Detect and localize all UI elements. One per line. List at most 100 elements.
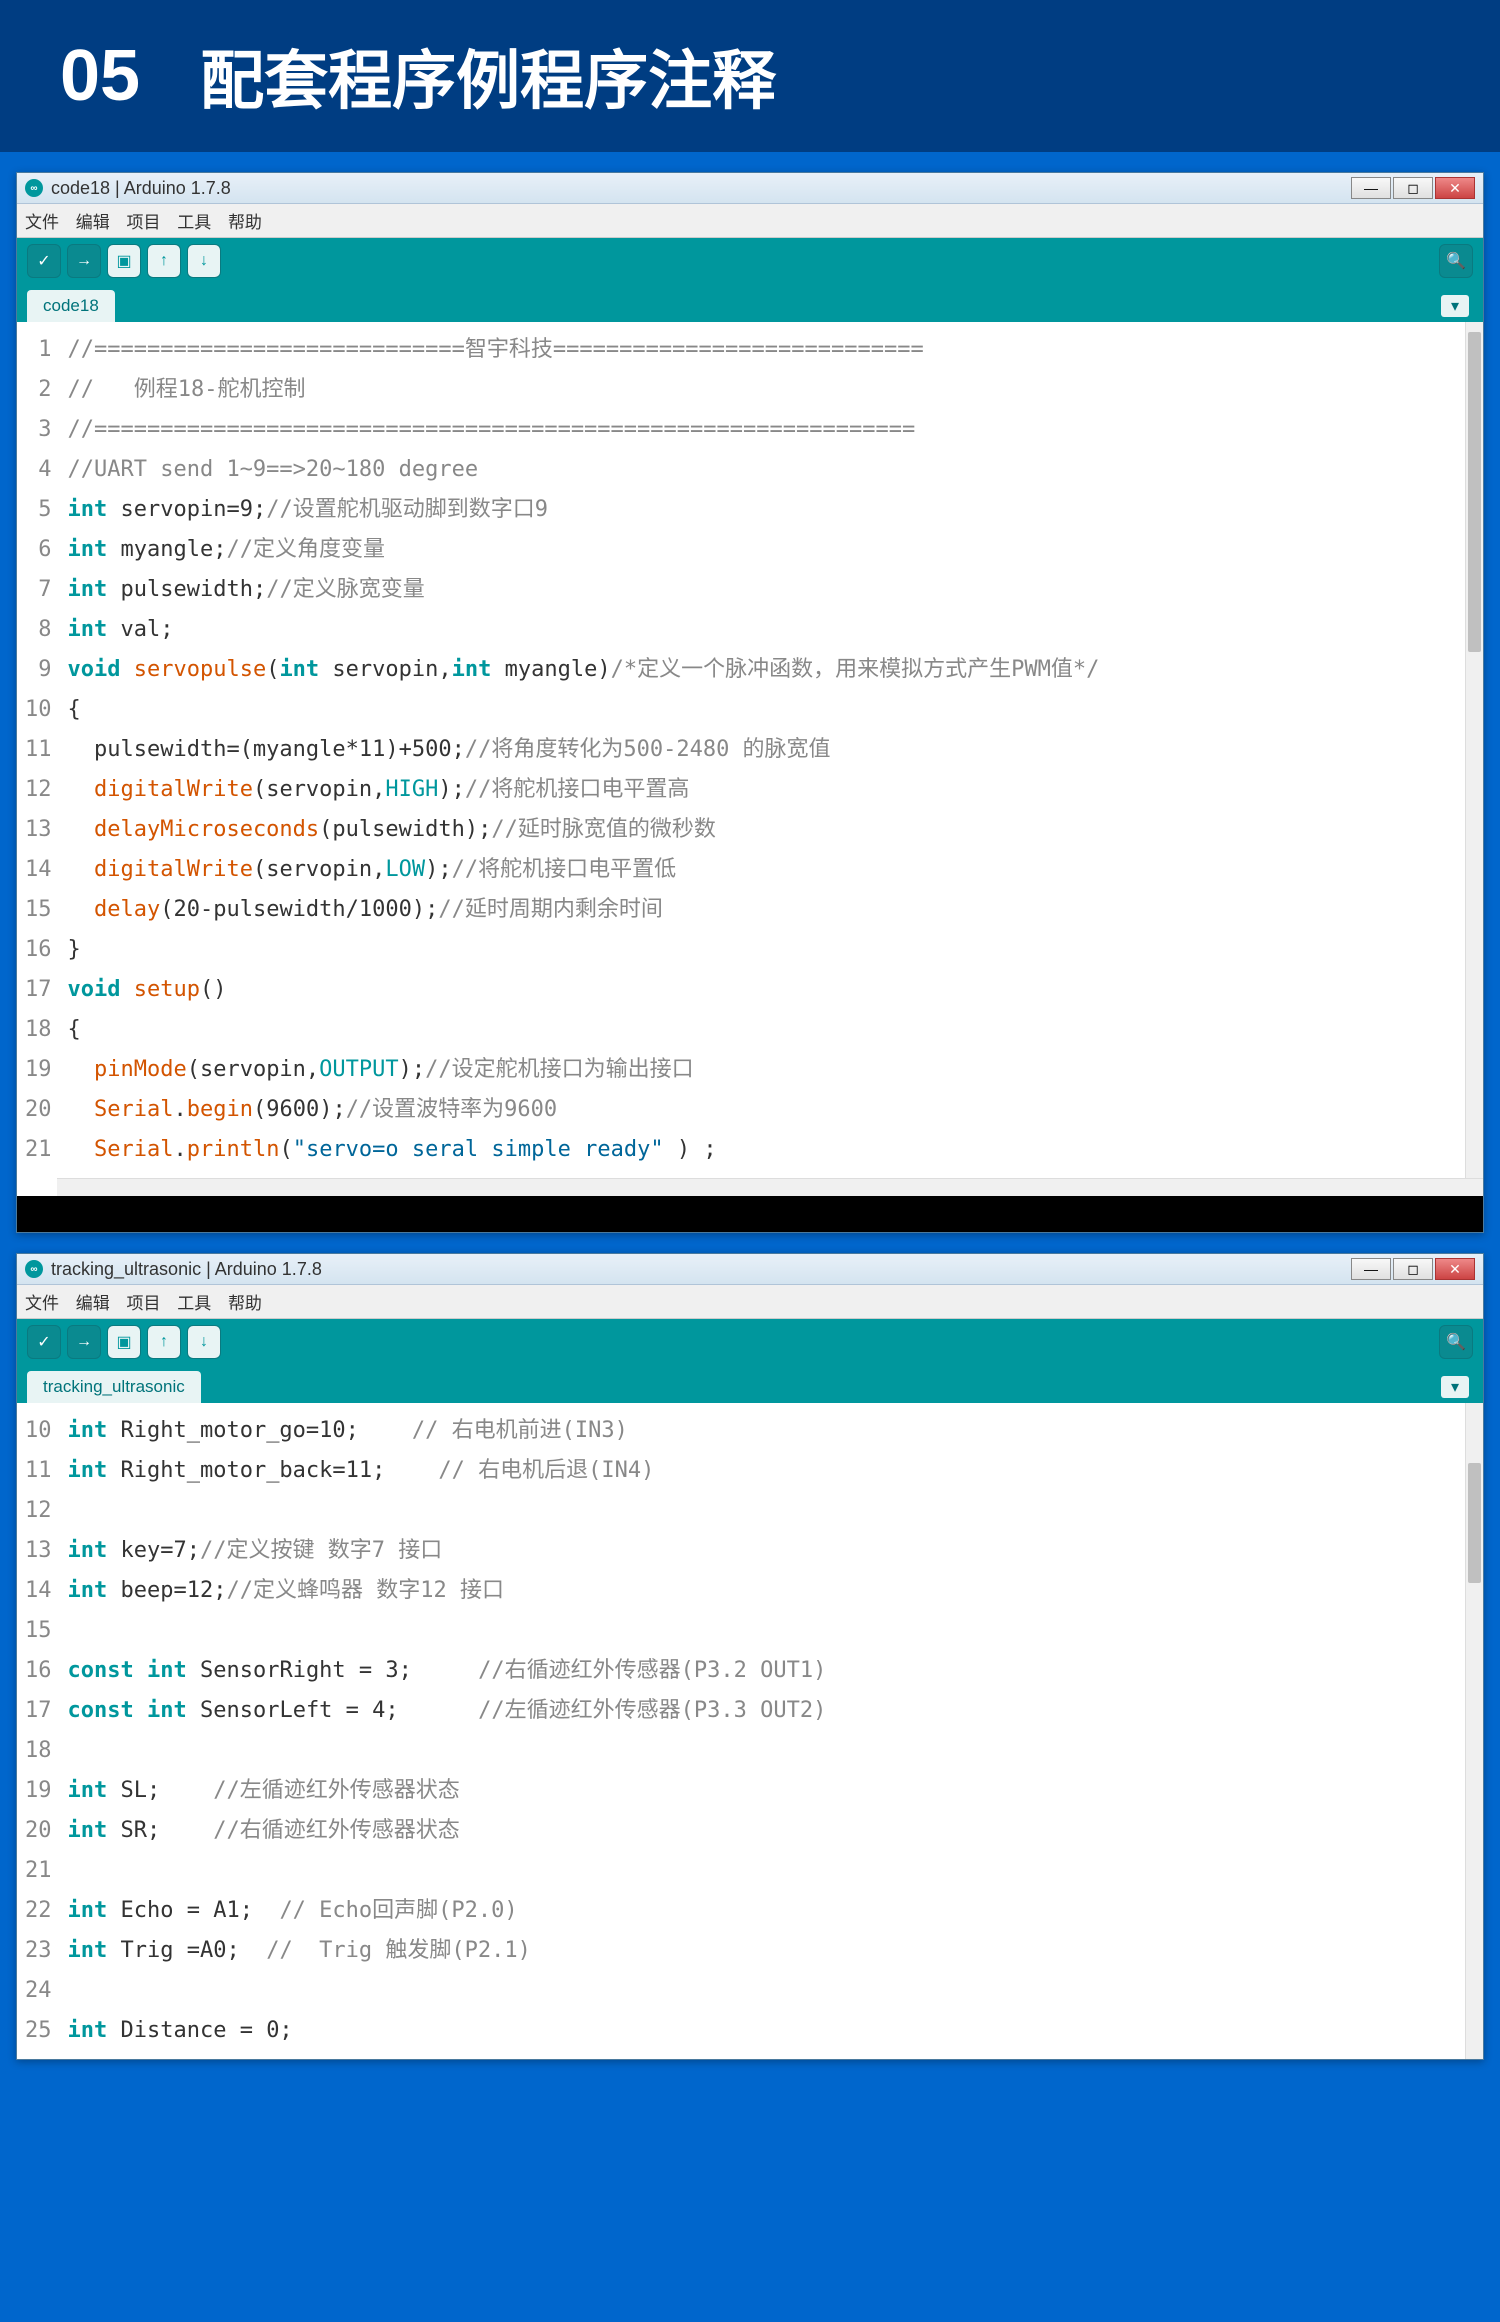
maximize-button[interactable]: ◻ — [1393, 177, 1433, 199]
upload-button[interactable]: → — [67, 244, 101, 278]
code-line[interactable]: { — [68, 1010, 1462, 1050]
menu-edit[interactable]: 编辑 — [76, 213, 110, 232]
line-number: 3 — [25, 410, 52, 450]
line-number: 4 — [25, 450, 52, 490]
save-button[interactable]: ↓ — [187, 244, 221, 278]
titlebar[interactable]: ∞ tracking_ultrasonic | Arduino 1.7.8 — … — [17, 1254, 1483, 1285]
code-line[interactable] — [68, 1971, 1462, 2011]
code-line[interactable] — [68, 1851, 1462, 1891]
open-button[interactable]: ↑ — [147, 1325, 181, 1359]
code-editor[interactable]: 123456789101112131415161718192021 //====… — [17, 322, 1483, 1178]
code-line[interactable] — [68, 1731, 1462, 1771]
serial-monitor-button[interactable]: 🔍 — [1439, 1325, 1473, 1359]
code-line[interactable] — [68, 1611, 1462, 1651]
verify-button[interactable]: ✓ — [27, 244, 61, 278]
minimize-button[interactable]: — — [1351, 177, 1391, 199]
menu-edit[interactable]: 编辑 — [76, 1294, 110, 1313]
titlebar[interactable]: ∞ code18 | Arduino 1.7.8 — ◻ ✕ — [17, 173, 1483, 204]
arduino-window-2: ∞ tracking_ultrasonic | Arduino 1.7.8 — … — [16, 1253, 1484, 2060]
minimize-button[interactable]: — — [1351, 1258, 1391, 1280]
line-number: 19 — [25, 1771, 52, 1811]
line-number: 14 — [25, 850, 52, 890]
file-tab[interactable]: code18 — [27, 290, 115, 322]
close-button[interactable]: ✕ — [1435, 1258, 1475, 1280]
new-button[interactable]: ▣ — [107, 244, 141, 278]
code-line[interactable]: int servopin=9;//设置舵机驱动脚到数字口9 — [68, 490, 1462, 530]
tab-dropdown-icon[interactable]: ▾ — [1441, 295, 1469, 317]
vertical-scrollbar[interactable] — [1465, 322, 1483, 1178]
menubar: 文件 编辑 项目 工具 帮助 — [17, 1285, 1483, 1319]
code-line[interactable]: digitalWrite(servopin,LOW);//将舵机接口电平置低 — [68, 850, 1462, 890]
code-line[interactable]: int Right_motor_go=10; // 右电机前进(IN3) — [68, 1411, 1462, 1451]
code-line[interactable]: delayMicroseconds(pulsewidth);//延时脉宽值的微秒… — [68, 810, 1462, 850]
code-line[interactable]: { — [68, 690, 1462, 730]
line-number: 8 — [25, 610, 52, 650]
menu-file[interactable]: 文件 — [25, 1294, 59, 1313]
menu-help[interactable]: 帮助 — [228, 213, 262, 232]
code-line[interactable]: //============================智宇科技======… — [68, 330, 1462, 370]
tab-dropdown-icon[interactable]: ▾ — [1441, 1376, 1469, 1398]
line-number: 20 — [25, 1090, 52, 1130]
menu-tools[interactable]: 工具 — [177, 213, 211, 232]
toolbar: ✓ → ▣ ↑ ↓ 🔍 — [17, 238, 1483, 284]
line-number: 16 — [25, 930, 52, 970]
line-number: 21 — [25, 1130, 52, 1170]
scroll-thumb[interactable] — [1468, 1463, 1481, 1583]
banner-number: 05 — [60, 35, 140, 117]
code-line[interactable]: const int SensorRight = 3; //右循迹红外传感器(P3… — [68, 1651, 1462, 1691]
code-line[interactable]: int beep=12;//定义蜂鸣器 数字12 接口 — [68, 1571, 1462, 1611]
vertical-scrollbar[interactable] — [1465, 1403, 1483, 2059]
line-number: 11 — [25, 1451, 52, 1491]
new-button[interactable]: ▣ — [107, 1325, 141, 1359]
code-line[interactable]: pinMode(servopin,OUTPUT);//设定舵机接口为输出接口 — [68, 1050, 1462, 1090]
arduino-window-1: ∞ code18 | Arduino 1.7.8 — ◻ ✕ 文件 编辑 项目 … — [16, 172, 1484, 1233]
menu-help[interactable]: 帮助 — [228, 1294, 262, 1313]
code-line[interactable]: Serial.println("servo=o seral simple rea… — [68, 1130, 1462, 1170]
menu-tools[interactable]: 工具 — [177, 1294, 211, 1313]
code-line[interactable]: Serial.begin(9600);//设置波特率为9600 — [68, 1090, 1462, 1130]
code-line[interactable]: void servopulse(int servopin,int myangle… — [68, 650, 1462, 690]
tabbar: code18 ▾ — [17, 284, 1483, 322]
line-number: 6 — [25, 530, 52, 570]
line-number: 19 — [25, 1050, 52, 1090]
save-button[interactable]: ↓ — [187, 1325, 221, 1359]
horizontal-scrollbar[interactable] — [57, 1178, 1483, 1196]
code-line[interactable]: //======================================… — [68, 410, 1462, 450]
code-line[interactable]: int Trig =A0; // Trig 触发脚(P2.1) — [68, 1931, 1462, 1971]
code-line[interactable]: } — [68, 930, 1462, 970]
close-button[interactable]: ✕ — [1435, 177, 1475, 199]
code-line[interactable]: void setup() — [68, 970, 1462, 1010]
line-number: 24 — [25, 1971, 52, 2011]
code-line[interactable]: const int SensorLeft = 4; //左循迹红外传感器(P3.… — [68, 1691, 1462, 1731]
menu-file[interactable]: 文件 — [25, 213, 59, 232]
code-line[interactable]: int SL; //左循迹红外传感器状态 — [68, 1771, 1462, 1811]
code-area[interactable]: int Right_motor_go=10; // 右电机前进(IN3)int … — [64, 1403, 1466, 2059]
code-line[interactable]: // 例程18-舵机控制 — [68, 370, 1462, 410]
code-line[interactable]: int myangle;//定义角度变量 — [68, 530, 1462, 570]
maximize-button[interactable]: ◻ — [1393, 1258, 1433, 1280]
code-line[interactable]: //UART send 1~9==>20~180 degree — [68, 450, 1462, 490]
file-tab[interactable]: tracking_ultrasonic — [27, 1371, 201, 1403]
code-line[interactable]: int key=7;//定义按键 数字7 接口 — [68, 1531, 1462, 1571]
menu-sketch[interactable]: 项目 — [126, 213, 160, 232]
menu-sketch[interactable]: 项目 — [126, 1294, 160, 1313]
code-line[interactable]: pulsewidth=(myangle*11)+500;//将角度转化为500-… — [68, 730, 1462, 770]
open-button[interactable]: ↑ — [147, 244, 181, 278]
upload-button[interactable]: → — [67, 1325, 101, 1359]
line-gutter: 10111213141516171819202122232425 — [17, 1403, 64, 2059]
code-area[interactable]: //============================智宇科技======… — [64, 322, 1466, 1178]
code-line[interactable]: int Right_motor_back=11; // 右电机后退(IN4) — [68, 1451, 1462, 1491]
code-line[interactable]: int Echo = A1; // Echo回声脚(P2.0) — [68, 1891, 1462, 1931]
code-line[interactable]: int Distance = 0; — [68, 2011, 1462, 2051]
code-editor[interactable]: 10111213141516171819202122232425 int Rig… — [17, 1403, 1483, 2059]
line-number: 1 — [25, 330, 52, 370]
code-line[interactable]: int val; — [68, 610, 1462, 650]
code-line[interactable]: delay(20-pulsewidth/1000);//延时周期内剩余时间 — [68, 890, 1462, 930]
verify-button[interactable]: ✓ — [27, 1325, 61, 1359]
code-line[interactable]: int pulsewidth;//定义脉宽变量 — [68, 570, 1462, 610]
serial-monitor-button[interactable]: 🔍 — [1439, 244, 1473, 278]
code-line[interactable] — [68, 1491, 1462, 1531]
scroll-thumb[interactable] — [1468, 332, 1481, 652]
code-line[interactable]: int SR; //右循迹红外传感器状态 — [68, 1811, 1462, 1851]
code-line[interactable]: digitalWrite(servopin,HIGH);//将舵机接口电平置高 — [68, 770, 1462, 810]
